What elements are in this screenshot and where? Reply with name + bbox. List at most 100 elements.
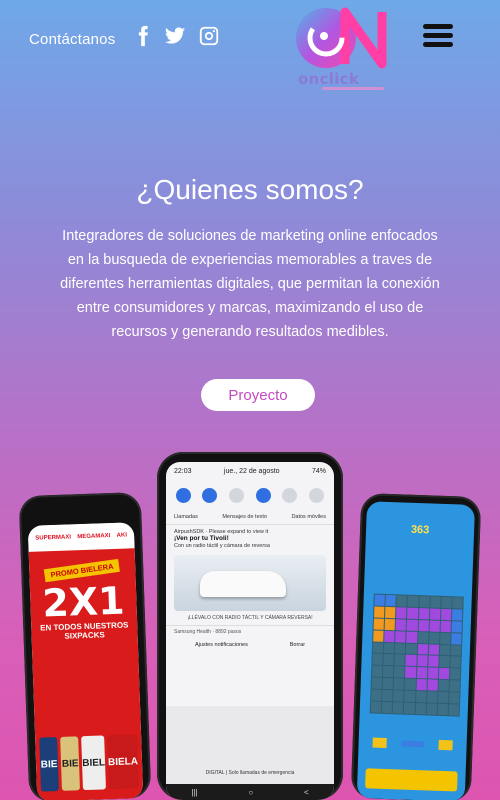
- health-notification[interactable]: Samsung Health · 8892 pasos: [166, 625, 334, 638]
- phone-left-screen: SUPERMAXI MEGAMAXI AKI PROMO BIELERA 2X1…: [27, 522, 144, 800]
- wifi-icon[interactable]: [175, 487, 191, 503]
- sim-calls[interactable]: Llamadas: [174, 514, 198, 520]
- section-description: Integradores de soluciones de marketing …: [60, 228, 440, 340]
- rotate-icon[interactable]: [255, 487, 271, 503]
- board-cell: [428, 632, 440, 644]
- board-cell: [416, 667, 427, 679]
- board-cell: [427, 655, 439, 668]
- board-cell: [370, 701, 382, 713]
- board-cell: [406, 619, 418, 631]
- game-piece[interactable]: [372, 737, 387, 749]
- game-piece[interactable]: [401, 740, 424, 748]
- board-cell: [374, 606, 385, 618]
- board-cell: [406, 631, 418, 643]
- battery-level: 74%: [311, 467, 326, 475]
- game-board[interactable]: [369, 593, 464, 717]
- logo-underline: [322, 87, 384, 90]
- bluetooth-icon[interactable]: [229, 487, 245, 503]
- board-cell: [405, 655, 417, 667]
- back-button[interactable]: <: [304, 788, 309, 797]
- board-cell: [395, 619, 407, 631]
- board-cell: [451, 621, 462, 633]
- board-cell: [439, 632, 451, 644]
- board-cell: [407, 595, 419, 607]
- board-cell: [415, 703, 426, 715]
- board-cell: [418, 619, 429, 632]
- board-cell: [450, 656, 461, 668]
- project-button[interactable]: Proyecto: [201, 379, 315, 411]
- notification-settings-button[interactable]: Ajustes notificaciones: [195, 642, 248, 648]
- board-cell: [416, 679, 427, 691]
- phone-right-screen: 363: [356, 501, 476, 800]
- recents-button[interactable]: |||: [191, 788, 197, 797]
- beer-can: BIE: [39, 737, 60, 792]
- top-bar: Contáctanos onclick: [0, 0, 500, 100]
- status-date: jue., 22 de agosto: [223, 467, 280, 475]
- board-cell: [450, 644, 462, 657]
- board-cell: [381, 701, 393, 714]
- game-piece[interactable]: [438, 739, 454, 751]
- board-cell: [374, 594, 385, 606]
- board-cell: [396, 595, 408, 607]
- board-cell: [440, 620, 451, 632]
- flashlight-icon[interactable]: [282, 487, 298, 503]
- board-cell: [383, 654, 394, 666]
- board-cell: [418, 607, 430, 620]
- board-cell: [428, 644, 439, 656]
- board-cell: [394, 666, 405, 678]
- home-button[interactable]: ○: [248, 788, 253, 797]
- board-cell: [449, 680, 460, 692]
- board-cell: [438, 668, 450, 680]
- board-cell: [448, 704, 460, 716]
- contact-link[interactable]: Contáctanos: [29, 31, 115, 48]
- sim-sms[interactable]: Mensajes de texto: [222, 514, 267, 520]
- brand-label: SUPERMAXI: [35, 534, 72, 542]
- sound-icon[interactable]: [202, 487, 218, 503]
- hamburger-menu-icon[interactable]: [423, 24, 453, 48]
- notification-card[interactable]: AirpushSDK · Please expand to view it ¡V…: [166, 525, 334, 553]
- board-cell: [383, 666, 394, 678]
- board-cell: [448, 692, 460, 704]
- twitter-icon[interactable]: [163, 24, 187, 48]
- clear-button[interactable]: Borrar: [290, 642, 305, 648]
- instagram-icon[interactable]: [197, 24, 221, 48]
- board-cell: [372, 653, 383, 666]
- board-cell: [438, 680, 449, 692]
- board-cell: [416, 655, 428, 667]
- phone-mockup-left: SUPERMAXI MEGAMAXI AKI PROMO BIELERA 2X1…: [18, 491, 152, 800]
- beer-can: BIEL: [81, 735, 106, 791]
- board-cell: [393, 690, 404, 702]
- board-cell: [382, 690, 393, 702]
- promo-offer: 2X1: [41, 578, 126, 626]
- beer-can: BIELA: [107, 734, 139, 790]
- notification-body: Con un radio táctil y cámara de reversa: [174, 543, 270, 549]
- game-banner[interactable]: [365, 768, 458, 792]
- board-cell: [371, 665, 383, 678]
- board-cell: [384, 630, 395, 642]
- board-cell: [393, 678, 405, 690]
- board-cell: [418, 596, 430, 608]
- facebook-icon[interactable]: [131, 24, 155, 48]
- board-cell: [417, 643, 428, 655]
- ad-caption: ¡LLÉVALO CON RADIO TÁCTIL Y CÁMARA REVER…: [187, 615, 313, 621]
- quick-settings: [166, 480, 334, 510]
- board-cell: [404, 678, 416, 691]
- board-cell: [394, 654, 406, 667]
- notification-actions: Ajustes notificaciones Borrar: [166, 638, 334, 652]
- airplane-icon[interactable]: [309, 487, 325, 503]
- board-cell: [427, 667, 439, 680]
- board-cell: [437, 691, 449, 704]
- ad-image[interactable]: [174, 555, 326, 611]
- board-cell: [451, 609, 463, 621]
- board-cell: [426, 691, 438, 703]
- promo-banner: PROMO BIELERA 2X1 EN TODOS NUESTROS SIXP…: [28, 548, 144, 800]
- board-cell: [441, 596, 452, 609]
- board-cell: [396, 607, 407, 619]
- sim-data[interactable]: Datos móviles: [291, 514, 326, 520]
- board-cell: [383, 642, 395, 654]
- board-cell: [429, 608, 441, 620]
- status-time: 22:03: [174, 467, 192, 475]
- car-image: [200, 571, 286, 597]
- phone-mockup-right: 363: [350, 492, 482, 800]
- board-cell: [382, 678, 394, 690]
